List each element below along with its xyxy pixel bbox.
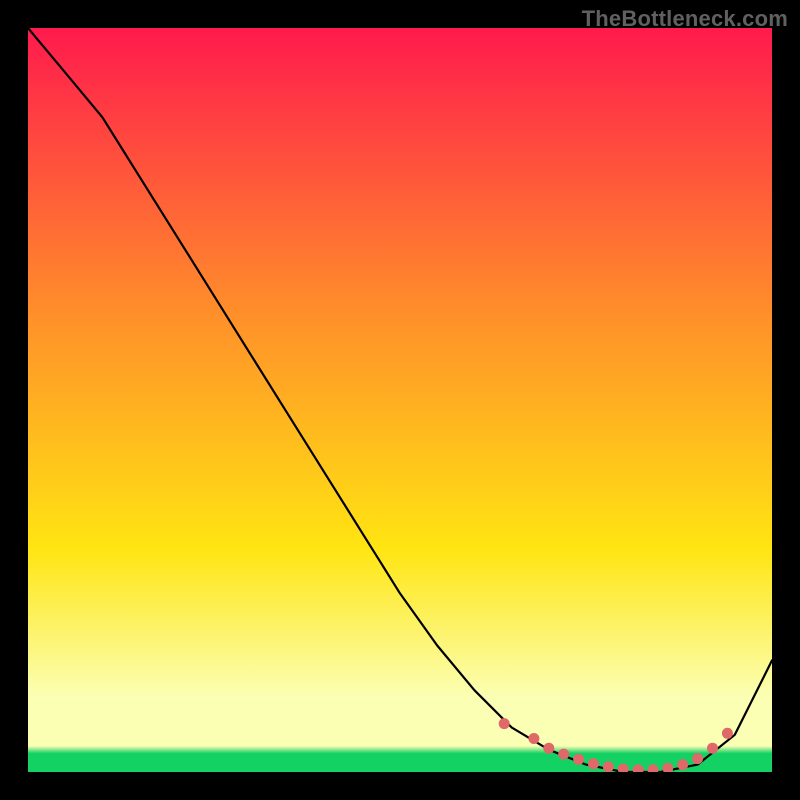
watermark-text: TheBottleneck.com [582, 6, 788, 32]
valley-marker [618, 764, 629, 775]
valley-marker [558, 749, 569, 760]
valley-marker [499, 718, 510, 729]
valley-marker [603, 761, 614, 772]
valley-marker [633, 764, 644, 775]
valley-marker [722, 728, 733, 739]
valley-marker [692, 753, 703, 764]
valley-marker [543, 743, 554, 754]
chart-frame: TheBottleneck.com [0, 0, 800, 800]
bottleneck-chart [0, 0, 800, 800]
valley-marker [707, 743, 718, 754]
valley-marker [573, 754, 584, 765]
valley-marker [648, 764, 659, 775]
valley-marker [677, 759, 688, 770]
valley-marker [588, 758, 599, 769]
valley-marker [662, 763, 673, 774]
plot-background [28, 28, 772, 772]
valley-marker [528, 733, 539, 744]
